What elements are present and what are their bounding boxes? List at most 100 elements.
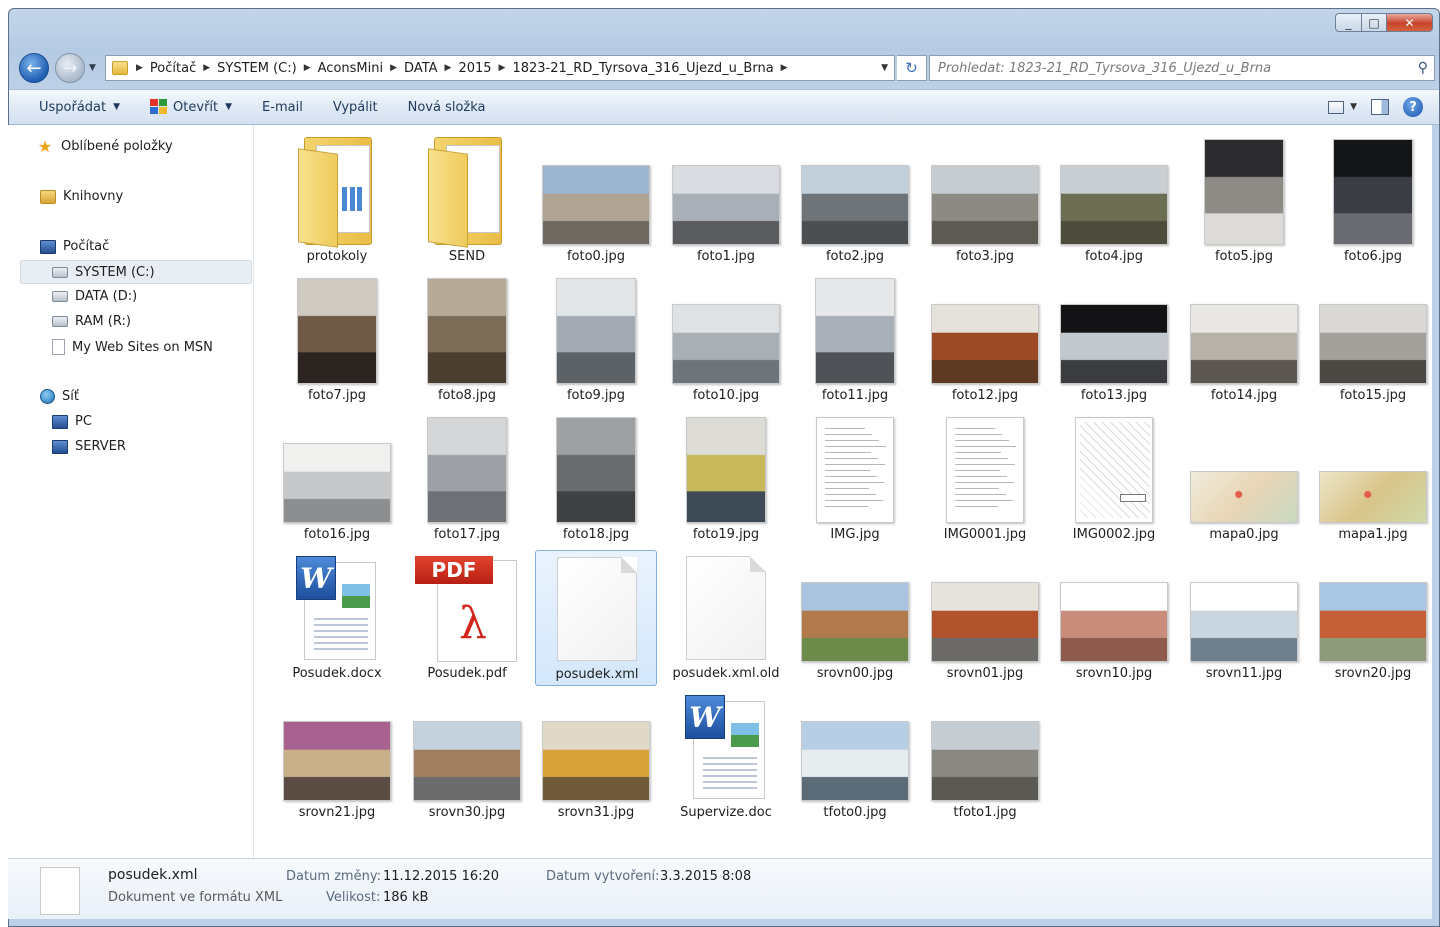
search-icon[interactable]: ⚲	[1418, 60, 1428, 76]
file-item[interactable]: IMG0002.jpg	[1053, 411, 1175, 547]
file-item[interactable]: foto16.jpg	[276, 411, 398, 547]
forward-button[interactable]: →	[55, 53, 85, 83]
file-item[interactable]: IMG0001.jpg	[924, 411, 1046, 547]
content-area: ★ Oblíbené položky Knihovny Počítač SYST…	[8, 125, 1432, 858]
file-item[interactable]: foto14.jpg	[1183, 272, 1305, 408]
nav-favorites[interactable]: ★ Oblíbené položky	[36, 138, 173, 154]
file-item[interactable]: foto1.jpg	[665, 133, 787, 269]
file-name: srovn11.jpg	[1205, 666, 1283, 681]
nav-libraries[interactable]: Knihovny	[40, 189, 123, 204]
nav-drive-system[interactable]: SYSTEM (C:)	[20, 260, 252, 284]
open-button[interactable]: Otevřít ▼	[135, 99, 247, 115]
breadcrumb-separator-icon[interactable]: ▶	[134, 63, 145, 73]
file-item[interactable]: foto18.jpg	[535, 411, 657, 547]
file-item[interactable]: foto19.jpg	[665, 411, 787, 547]
file-item[interactable]: foto9.jpg	[535, 272, 657, 408]
change-view-icon[interactable]	[1328, 100, 1345, 114]
organize-button[interactable]: Uspořádat ▼	[9, 100, 135, 115]
file-item[interactable]: foto3.jpg	[924, 133, 1046, 269]
file-item[interactable]: protokoly	[276, 133, 398, 269]
address-dropdown-icon[interactable]: ▼	[881, 63, 888, 73]
nav-network[interactable]: Síť	[40, 389, 79, 404]
photo-thumbnail	[801, 582, 909, 662]
file-item[interactable]: srovn30.jpg	[406, 689, 528, 825]
breadcrumb-separator-icon[interactable]: ▶	[497, 63, 508, 73]
close-button[interactable]: ✕	[1387, 13, 1433, 32]
breadcrumb-item[interactable]: 1823-21_RD_Tyrsova_316_Ujezd_u_Brna	[507, 61, 778, 76]
file-item[interactable]: λ PDF Posudek.pdf	[406, 550, 528, 686]
breadcrumb-item[interactable]: DATA	[399, 61, 443, 76]
file-item[interactable]: srovn11.jpg	[1183, 550, 1305, 686]
file-item[interactable]: W Supervize.doc	[665, 689, 787, 825]
chevron-down-icon[interactable]: ▼	[1350, 102, 1357, 112]
minimize-button[interactable]: _	[1335, 13, 1361, 32]
file-item[interactable]: foto7.jpg	[276, 272, 398, 408]
file-item[interactable]: srovn00.jpg	[794, 550, 916, 686]
search-input[interactable]	[930, 60, 1400, 76]
nav-drive-data[interactable]: DATA (D:)	[52, 289, 137, 304]
file-item[interactable]: srovn31.jpg	[535, 689, 657, 825]
file-item[interactable]: foto12.jpg	[924, 272, 1046, 408]
refresh-button[interactable]: ↻	[897, 55, 927, 81]
breadcrumb-separator-icon[interactable]: ▶	[302, 63, 313, 73]
file-list[interactable]: protokoly SEND foto0.jpg foto1.jpg foto2.jpg…	[256, 125, 1432, 858]
nav-network-pc[interactable]: PC	[52, 414, 92, 429]
nav-drive-ram[interactable]: RAM (R:)	[52, 314, 131, 329]
computer-icon	[40, 239, 56, 254]
breadcrumb-item[interactable]: AconsMini	[313, 61, 388, 76]
nav-network-server[interactable]: SERVER	[52, 439, 126, 454]
nav-web-sites[interactable]: My Web Sites on MSN	[52, 339, 213, 355]
address-bar[interactable]: ▶ Počítač ▶ SYSTEM (C:) ▶ AconsMini ▶ DATA ▶ 2015…	[105, 55, 895, 81]
file-item[interactable]: W Posudek.docx	[276, 550, 398, 686]
file-name: foto9.jpg	[566, 388, 626, 403]
breadcrumb-item[interactable]: Počítač	[145, 61, 201, 76]
file-thumbnail	[535, 689, 657, 803]
nav-favorites-label: Oblíbené položky	[61, 139, 173, 154]
breadcrumb-separator-icon[interactable]: ▶	[388, 63, 399, 73]
file-item[interactable]: tfoto1.jpg	[924, 689, 1046, 825]
photo-thumbnail	[1333, 139, 1413, 245]
help-icon[interactable]: ?	[1403, 97, 1423, 117]
breadcrumb-item[interactable]: SYSTEM (C:)	[212, 61, 302, 76]
file-item[interactable]: foto15.jpg	[1312, 272, 1434, 408]
email-button[interactable]: E-mail	[247, 100, 318, 115]
file-item[interactable]: foto5.jpg	[1183, 133, 1305, 269]
file-item[interactable]: IMG.jpg	[794, 411, 916, 547]
file-item[interactable]: SEND	[406, 133, 528, 269]
nav-computer[interactable]: Počítač	[40, 239, 109, 254]
breadcrumb-separator-icon[interactable]: ▶	[443, 63, 454, 73]
file-item[interactable]: tfoto0.jpg	[794, 689, 916, 825]
burn-button[interactable]: Vypálit	[318, 100, 393, 115]
file-item[interactable]: foto17.jpg	[406, 411, 528, 547]
file-item[interactable]: srovn10.jpg	[1053, 550, 1175, 686]
file-item[interactable]: foto11.jpg	[794, 272, 916, 408]
photo-thumbnail	[1190, 471, 1298, 523]
file-item[interactable]: foto0.jpg	[535, 133, 657, 269]
breadcrumb-item[interactable]: 2015	[453, 61, 496, 76]
file-item[interactable]: foto10.jpg	[665, 272, 787, 408]
file-item[interactable]: posudek.xml	[535, 550, 657, 686]
file-item[interactable]: srovn20.jpg	[1312, 550, 1434, 686]
new-folder-button[interactable]: Nová složka	[393, 100, 501, 115]
file-item[interactable]: foto8.jpg	[406, 272, 528, 408]
file-item[interactable]: srovn01.jpg	[924, 550, 1046, 686]
file-name: foto19.jpg	[692, 527, 760, 542]
file-item[interactable]: posudek.xml.old	[665, 550, 787, 686]
file-item[interactable]: srovn21.jpg	[276, 689, 398, 825]
pdf-document-icon: λ PDF	[415, 556, 519, 662]
file-name: mapa1.jpg	[1338, 527, 1408, 542]
navigation-pane[interactable]: ★ Oblíbené položky Knihovny Počítač SYST…	[8, 125, 254, 858]
preview-pane-icon[interactable]	[1371, 99, 1389, 115]
file-name: posudek.xml	[555, 667, 639, 682]
file-item[interactable]: mapa0.jpg	[1183, 411, 1305, 547]
file-item[interactable]: mapa1.jpg	[1312, 411, 1434, 547]
maximize-button[interactable]: □	[1361, 13, 1387, 32]
file-item[interactable]: foto2.jpg	[794, 133, 916, 269]
file-item[interactable]: foto13.jpg	[1053, 272, 1175, 408]
file-item[interactable]: foto4.jpg	[1053, 133, 1175, 269]
recent-pages-dropdown[interactable]: ▼	[89, 63, 96, 73]
breadcrumb-separator-icon[interactable]: ▶	[779, 63, 790, 73]
file-item[interactable]: foto6.jpg	[1312, 133, 1434, 269]
back-button[interactable]: ←	[19, 53, 49, 83]
breadcrumb-separator-icon[interactable]: ▶	[201, 63, 212, 73]
